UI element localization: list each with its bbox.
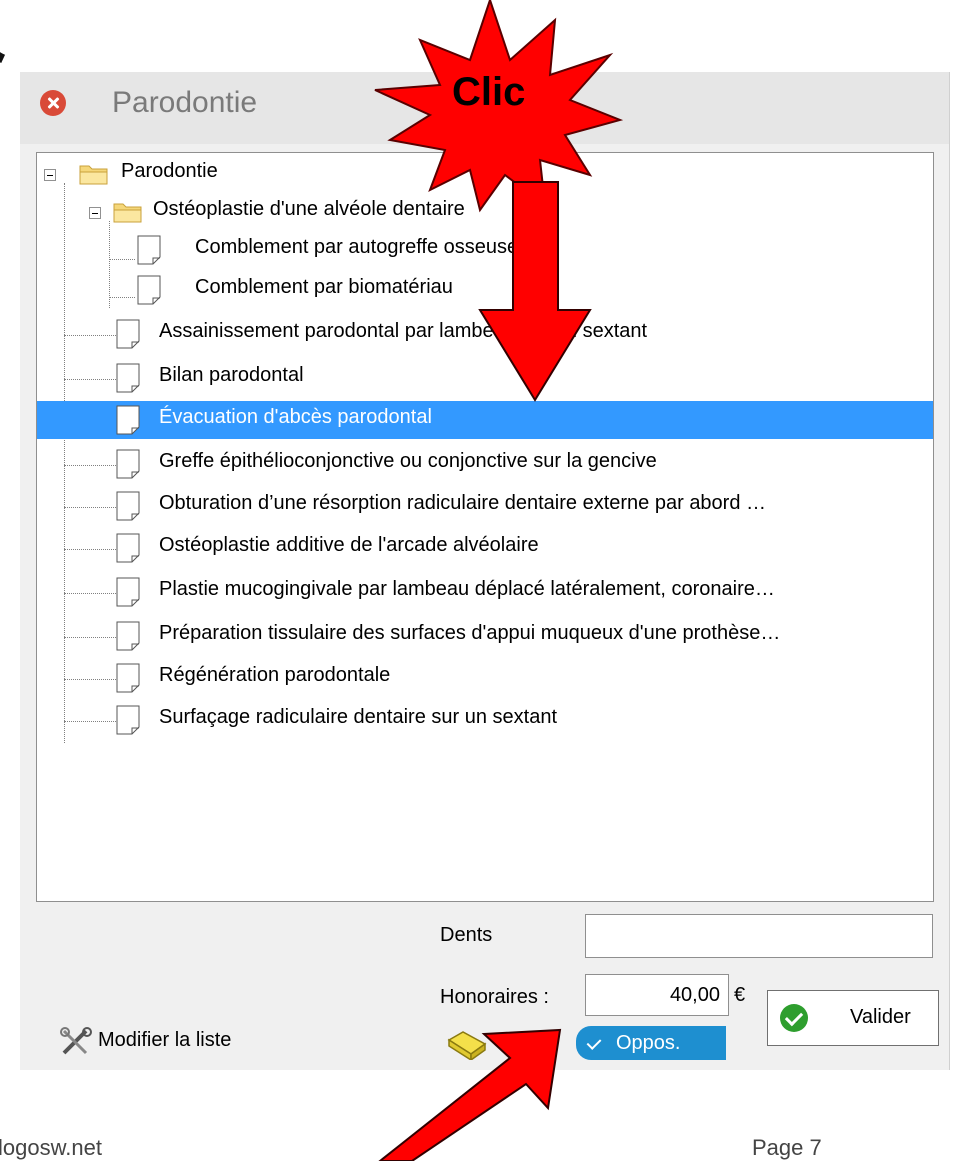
folder-icon — [113, 203, 142, 223]
footer-website: logosw.net — [0, 1135, 102, 1160]
modifier-label: Modifier la liste — [98, 1029, 232, 1051]
document-icon — [137, 275, 161, 305]
honoraires-input[interactable] — [585, 974, 729, 1016]
tree-label: Obturation d’une résorption radiculaire … — [159, 492, 767, 514]
procedure-tree[interactable]: Parodontie Ostéoplastie d'une alvéole de… — [36, 152, 934, 902]
tree-label: Préparation tissulaire des surfaces d'ap… — [159, 622, 781, 644]
tree-node-leaf[interactable]: Plastie mucogingivale par lambeau déplac… — [37, 573, 933, 611]
tree-label: Ostéoplastie additive de l'arcade alvéol… — [159, 534, 539, 556]
clic-label: Clic — [452, 70, 526, 114]
tree-label: Évacuation d'abcès parodontal — [159, 406, 432, 428]
currency-symbol: € — [734, 984, 746, 1006]
oppos-label: Oppos. — [616, 1032, 681, 1054]
collapse-icon[interactable] — [89, 207, 101, 219]
tree-node-leaf[interactable]: Ostéoplastie additive de l'arcade alvéol… — [37, 529, 933, 567]
parodontie-dialog: Parodontie Parodontie Ostéoplastie d'une… — [20, 72, 950, 1070]
tree-node-leaf[interactable]: Comblement par biomatériau — [37, 271, 933, 309]
decorative-circle-fragment — [0, 0, 94, 84]
document-icon — [116, 449, 140, 479]
oppos-button[interactable]: Oppos. — [576, 1026, 726, 1060]
document-icon — [116, 621, 140, 651]
dents-label: Dents — [440, 924, 493, 946]
tree-label: Comblement par biomatériau — [195, 276, 453, 298]
tree-label: Ostéoplastie d'une alvéole dentaire — [153, 198, 465, 220]
tree-node-leaf[interactable]: Greffe épithélioconjonctive ou conjoncti… — [37, 445, 933, 483]
tree-label: Surfaçage radiculaire dentaire sur un se… — [159, 706, 558, 728]
tree-node-selected[interactable]: Évacuation d'abcès parodontal — [37, 401, 933, 439]
tree-label: Régénération parodontale — [159, 664, 391, 686]
dents-input[interactable] — [585, 914, 933, 958]
document-icon — [116, 577, 140, 607]
eraser-icon[interactable] — [445, 1030, 489, 1060]
document-icon — [116, 405, 140, 435]
tree-label: Bilan parodontal — [159, 364, 304, 386]
document-icon — [116, 363, 140, 393]
collapse-icon[interactable] — [44, 169, 56, 181]
document-icon — [116, 663, 140, 693]
tree-node-leaf[interactable]: Préparation tissulaire des surfaces d'ap… — [37, 617, 933, 655]
tree-node-leaf[interactable]: Régénération parodontale — [37, 659, 933, 697]
honoraires-label: Honoraires : — [440, 986, 549, 1008]
close-icon[interactable] — [40, 90, 66, 116]
window-title: Parodontie — [112, 86, 258, 119]
tree-node-leaf[interactable]: Comblement par autogreffe osseuse — [37, 231, 933, 269]
document-icon — [116, 705, 140, 735]
tree-label: Comblement par autogreffe osseuse — [195, 236, 519, 258]
check-icon — [780, 1004, 808, 1032]
folder-icon — [79, 165, 108, 185]
valider-label: Valider — [850, 1006, 911, 1028]
tree-node-leaf[interactable]: Obturation d’une résorption radiculaire … — [37, 487, 933, 525]
tree-node-parodontie[interactable]: Parodontie — [37, 155, 933, 193]
footer-page-number: Page 7 — [752, 1135, 822, 1160]
tools-icon — [60, 1027, 92, 1055]
tree-label: Parodontie — [121, 160, 218, 182]
tree-node-leaf[interactable]: Surfaçage radiculaire dentaire sur un se… — [37, 701, 933, 739]
tree-label: Plastie mucogingivale par lambeau déplac… — [159, 578, 775, 600]
document-icon — [116, 319, 140, 349]
document-icon — [116, 491, 140, 521]
document-icon — [137, 235, 161, 265]
tree-node-folder[interactable]: Ostéoplastie d'une alvéole dentaire — [37, 193, 933, 231]
tree-label: Assainissement parodontal par lambeau su… — [159, 320, 648, 342]
tree-label: Greffe épithélioconjonctive ou conjoncti… — [159, 450, 657, 472]
check-icon — [586, 1035, 602, 1050]
tree-node-leaf[interactable]: Bilan parodontal — [37, 359, 933, 397]
tree-node-leaf[interactable]: Assainissement parodontal par lambeau su… — [37, 315, 933, 353]
valider-button[interactable]: Valider — [767, 990, 939, 1046]
document-icon — [116, 533, 140, 563]
